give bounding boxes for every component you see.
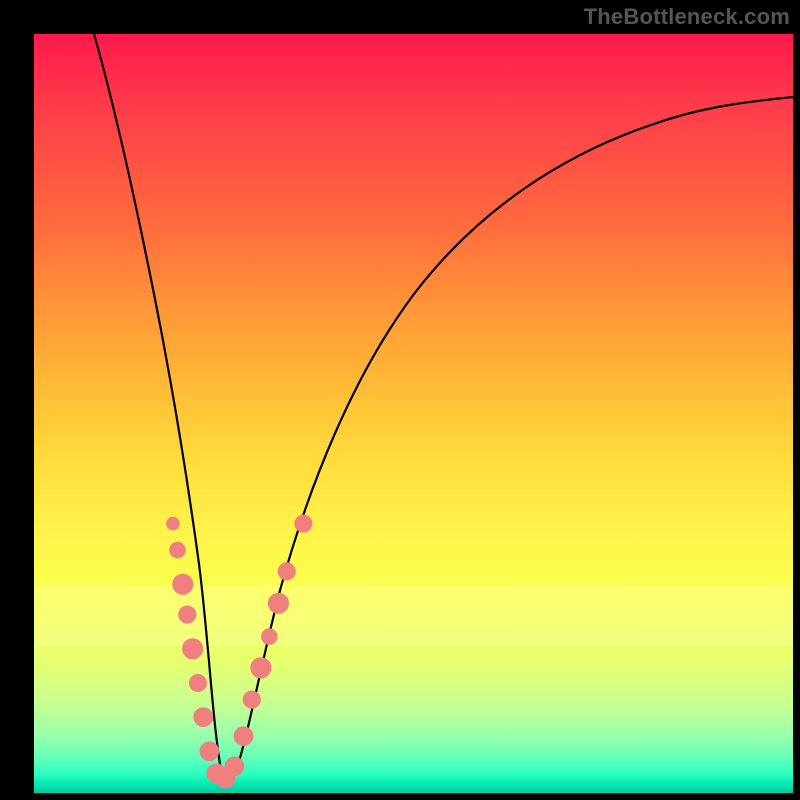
bead bbox=[172, 574, 193, 595]
bead bbox=[261, 628, 278, 645]
bead bbox=[234, 726, 254, 746]
bead bbox=[166, 517, 180, 531]
bottleneck-curve bbox=[94, 34, 793, 778]
bead bbox=[250, 657, 271, 678]
bead bbox=[182, 638, 203, 659]
bead bbox=[225, 757, 245, 777]
bead bbox=[169, 542, 186, 559]
bead bbox=[243, 691, 261, 709]
bead bbox=[199, 741, 219, 761]
bead bbox=[178, 606, 196, 624]
bead bbox=[189, 674, 207, 692]
chart-frame: TheBottleneck.com bbox=[0, 0, 800, 800]
plot-area bbox=[34, 34, 793, 793]
bead bbox=[294, 515, 312, 533]
bead bbox=[268, 593, 289, 614]
curve-layer bbox=[34, 34, 793, 793]
bead bbox=[278, 562, 296, 580]
bead bbox=[193, 707, 213, 727]
watermark-text: TheBottleneck.com bbox=[584, 4, 790, 30]
